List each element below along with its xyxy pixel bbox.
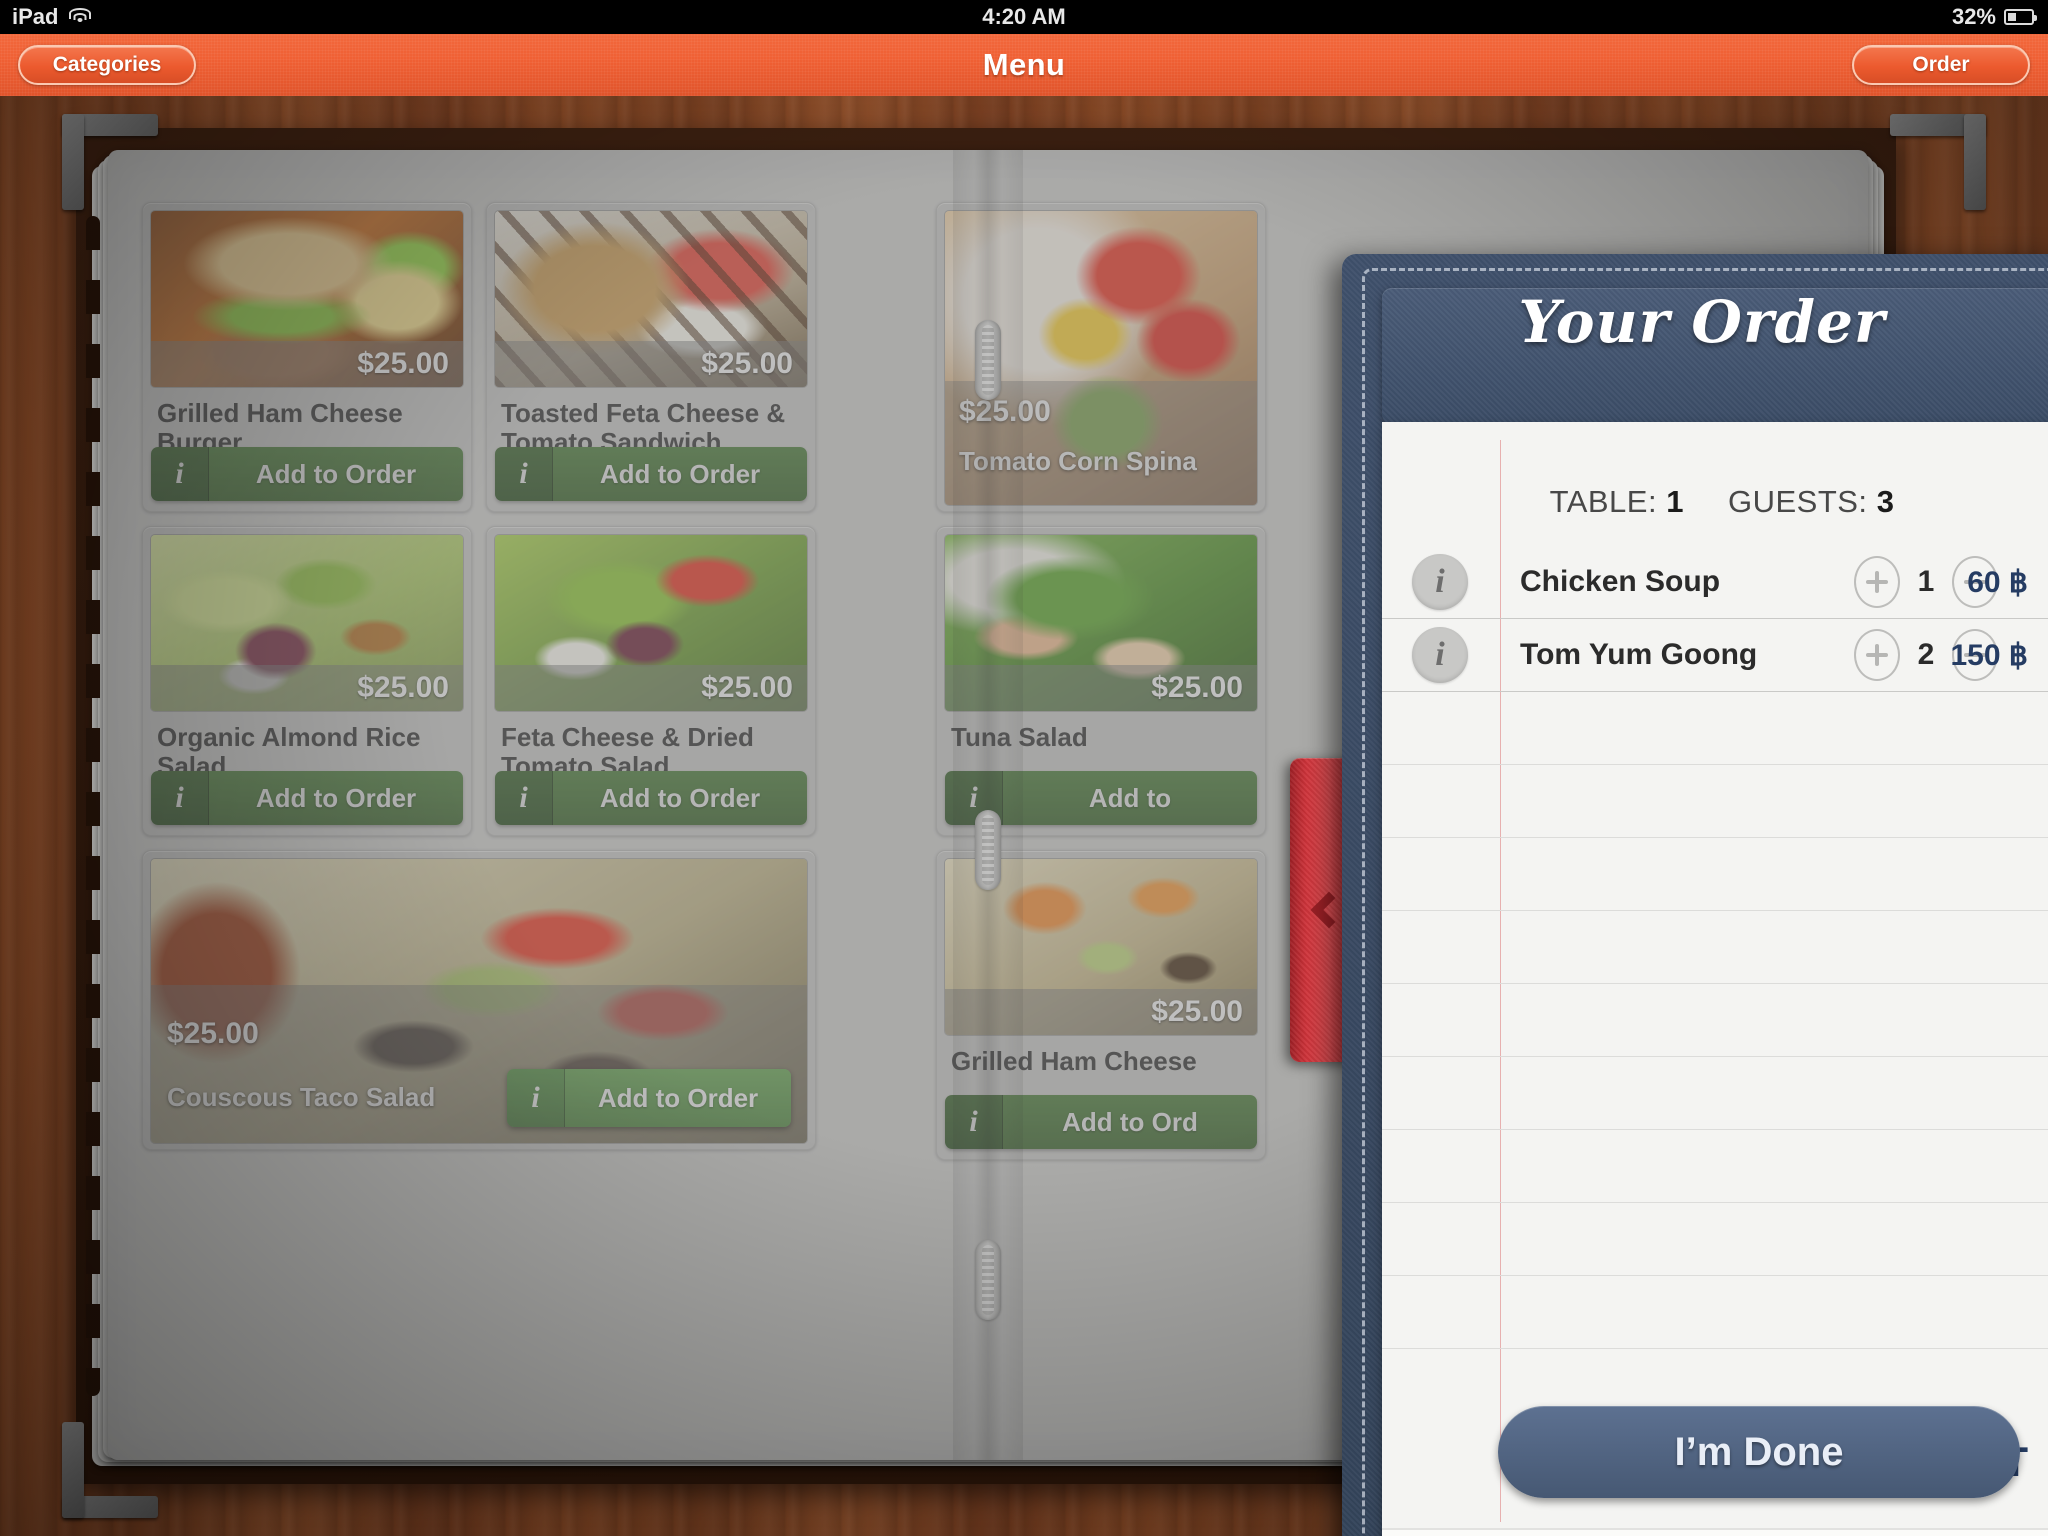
app-background: $25.00 Grilled Ham Cheese Burger i Add t… (0, 96, 2048, 1536)
menu-card-title: Tomato Corn Spina (959, 446, 1197, 476)
menu-card-price: $25.00 (167, 1017, 259, 1050)
order-panel: Your Order TABLE: 1 GUESTS: 3 i Chicken … (1342, 254, 2048, 1536)
add-to-order-button[interactable]: i Add to Ord (945, 1095, 1257, 1149)
menu-card[interactable]: $25.00 Grilled Ham Cheese i Add to Ord (936, 850, 1266, 1160)
add-to-order-label: Add to Order (209, 771, 463, 825)
guests-label: GUESTS: (1727, 484, 1868, 519)
navigation-bar: Categories Menu Order (0, 34, 2048, 96)
order-empty-row (1382, 1130, 2048, 1203)
add-to-order-button[interactable]: i Add to Order (495, 771, 807, 825)
status-bar: iPad 4:20 AM 32% (0, 0, 2048, 34)
menu-card[interactable]: $25.00 Organic Almond Rice Salad i Add t… (142, 526, 472, 836)
info-icon[interactable]: i (495, 447, 553, 501)
notepad-torn-edge (1382, 426, 2048, 440)
page-title: Menu (982, 47, 1066, 82)
add-to-order-button[interactable]: i Add to Order (151, 771, 463, 825)
order-notepad: TABLE: 1 GUESTS: 3 i Chicken Soup 1 60 ฿… (1382, 422, 2048, 1536)
menu-card-title: Grilled Ham Cheese (951, 1046, 1197, 1076)
table-info-group: TABLE: 1 (1550, 484, 1684, 520)
add-to-order-button[interactable]: i Add to Order (507, 1069, 791, 1127)
order-empty-row (1382, 984, 2048, 1057)
order-empty-row (1382, 1276, 2048, 1349)
menu-card[interactable]: $25.00 Feta Cheese & Dried Tomato Salad … (486, 526, 816, 836)
add-to-order-button[interactable]: i Add to Order (495, 447, 807, 501)
status-bar-right: 32% (1951, 4, 2037, 30)
order-empty-row (1382, 1203, 2048, 1276)
add-to-order-label: Add to Order (209, 447, 463, 501)
add-to-order-button[interactable]: i Add to Order (151, 447, 463, 501)
corner-bracket-top-right (1890, 114, 1986, 210)
menu-card[interactable]: $25.00 Couscous Taco Salad i Add to Orde… (142, 850, 816, 1150)
binder-ring (975, 1240, 1001, 1320)
plus-icon[interactable] (1854, 556, 1900, 608)
order-item-qty: 1 (1917, 565, 1935, 598)
menu-card[interactable]: $25.00 Grilled Ham Cheese Burger i Add t… (142, 202, 472, 512)
info-icon[interactable]: i (151, 771, 209, 825)
order-item-price-value: 60 (1967, 565, 2001, 599)
binder-ring (975, 320, 1001, 400)
battery-icon (2004, 9, 2037, 25)
menu-card-price: $25.00 (495, 665, 807, 711)
table-value: 1 (1666, 484, 1684, 519)
menu-card-thumbnail: $25.00 (944, 534, 1258, 712)
order-item-price-value: 150 (1950, 638, 2001, 672)
menu-card-price: $25.00 (945, 989, 1257, 1035)
add-to-order-label: Add to (1003, 771, 1257, 825)
order-item-name: Chicken Soup (1520, 565, 1721, 598)
menu-card-thumbnail: $25.00 (494, 210, 808, 388)
guests-info-group: GUESTS: 3 (1728, 484, 1894, 520)
order-item-name: Tom Yum Goong (1520, 638, 1758, 671)
order-empty-row (1382, 838, 2048, 911)
guests-value: 3 (1876, 484, 1895, 519)
notepad-bottom-edge (1382, 1522, 2048, 1536)
add-to-order-label: Add to Ord (1003, 1095, 1257, 1149)
order-items-list: i Chicken Soup 1 60 ฿ i Tom Yum Goong 2 … (1382, 546, 2048, 1424)
menu-card[interactable]: $25.00 Toasted Feta Cheese & Tomato Sand… (486, 202, 816, 512)
menu-card[interactable]: $25.00 Tuna Salad i Add to (936, 526, 1266, 836)
baht-symbol: ฿ (2008, 565, 2028, 599)
info-icon[interactable]: i (1412, 554, 1468, 610)
binder-ring (975, 810, 1001, 890)
menu-card-price: $25.00 (959, 395, 1051, 428)
corner-bracket-top-left (62, 114, 158, 210)
info-icon[interactable]: i (1412, 627, 1468, 683)
order-empty-row (1382, 911, 2048, 984)
add-to-order-label: Add to Order (565, 1069, 791, 1127)
menu-card-thumbnail: $25.00 (494, 534, 808, 712)
plus-icon[interactable] (1854, 629, 1900, 681)
info-icon[interactable]: i (495, 771, 553, 825)
order-empty-row (1382, 765, 2048, 838)
order-item-row[interactable]: i Tom Yum Goong 2 150 ฿ (1382, 619, 2048, 692)
menu-card-price: $25.00 (151, 665, 463, 711)
menu-card-price: $25.00 (945, 665, 1257, 711)
info-icon[interactable]: i (151, 447, 209, 501)
menu-card-thumbnail: $25.00 (150, 534, 464, 712)
binder-perforation (86, 216, 100, 1396)
order-empty-row (1382, 692, 2048, 765)
table-label: TABLE: (1549, 484, 1658, 519)
order-item-price: 60 ฿ (1967, 565, 2028, 600)
battery-percent-label: 32% (1951, 4, 1996, 29)
menu-card-title: Tuna Salad (951, 722, 1088, 752)
info-icon[interactable]: i (945, 1095, 1003, 1149)
menu-card-price: $25.00 (495, 341, 807, 387)
order-empty-row (1382, 1057, 2048, 1130)
status-bar-time: 4:20 AM (982, 4, 1066, 29)
categories-button[interactable]: Categories (18, 45, 196, 85)
menu-card-thumbnail: $25.00 (150, 210, 464, 388)
im-done-button[interactable]: I’m Done (1498, 1406, 2020, 1498)
table-info: TABLE: 1 GUESTS: 3 (1382, 462, 2048, 542)
order-button[interactable]: Order (1852, 45, 2030, 85)
add-to-order-label: Add to Order (553, 447, 807, 501)
menu-card-price: $25.00 (151, 341, 463, 387)
order-item-row[interactable]: i Chicken Soup 1 60 ฿ (1382, 546, 2048, 619)
add-to-order-label: Add to Order (553, 771, 807, 825)
corner-bracket-bottom-left (62, 1422, 158, 1518)
info-icon[interactable]: i (507, 1069, 565, 1127)
order-item-price: 150 ฿ (1951, 638, 2029, 673)
baht-symbol: ฿ (2008, 638, 2028, 672)
order-panel-title: Your Order (1518, 288, 1886, 356)
order-item-qty: 2 (1917, 638, 1935, 671)
